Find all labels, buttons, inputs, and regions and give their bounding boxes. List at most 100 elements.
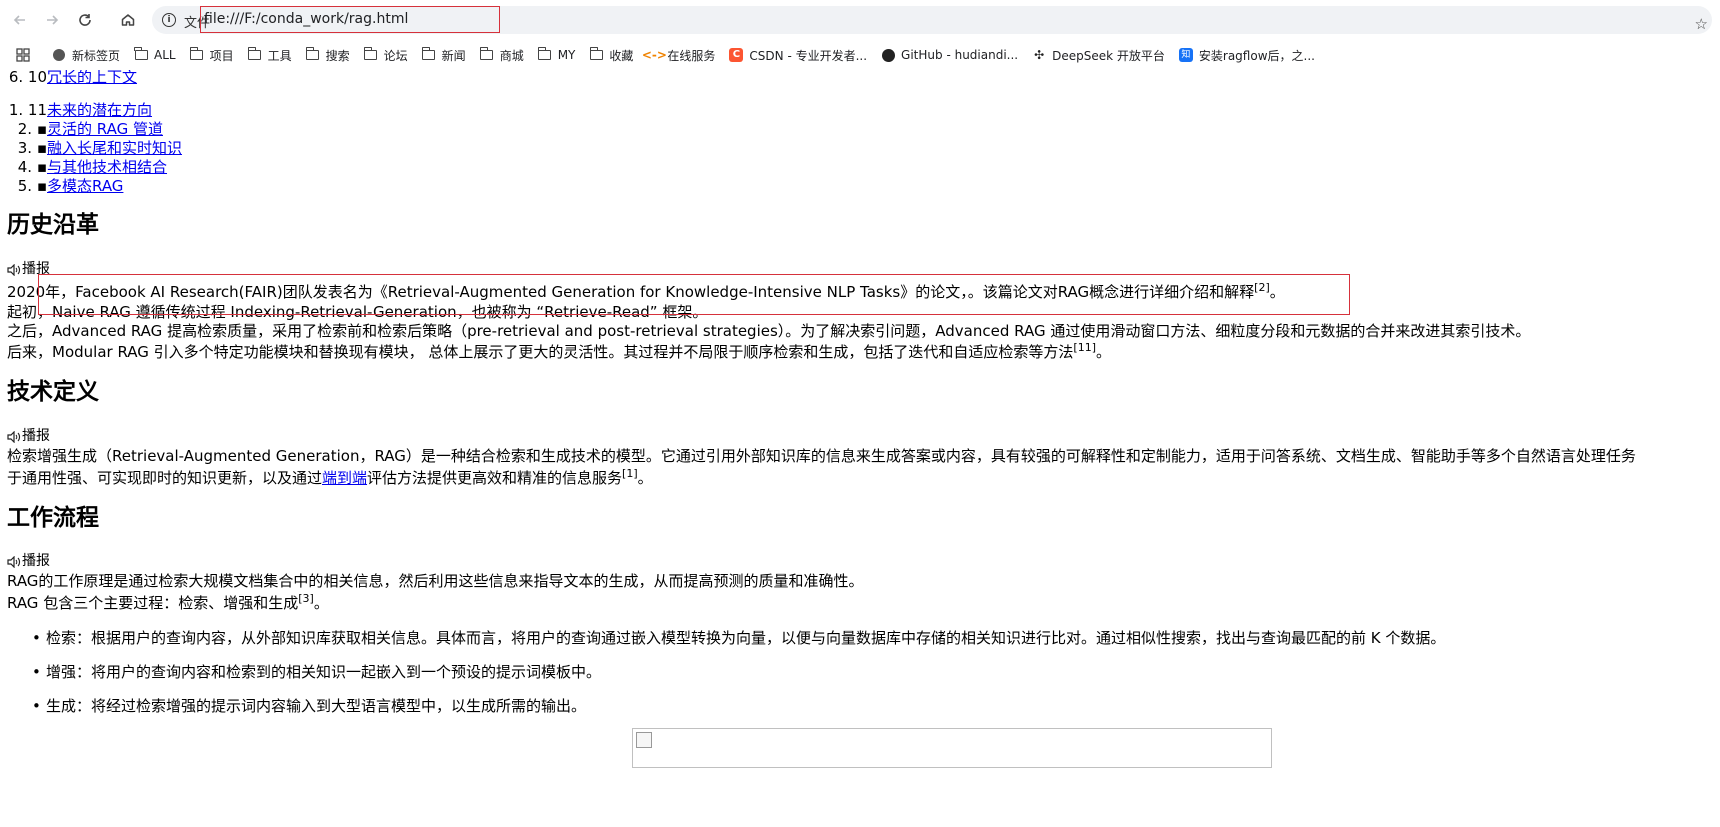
github-icon — [881, 48, 895, 62]
reload-button[interactable] — [74, 9, 96, 31]
bookmark-label: 工具 — [267, 48, 292, 63]
workflow-heading: 工作流程 — [7, 505, 99, 531]
end-to-end-link[interactable]: 端到端 — [322, 469, 367, 487]
bookmark-github[interactable]: GitHub - hudiandi... — [881, 48, 1018, 62]
zhihu-icon: 知 — [1178, 48, 1193, 62]
toc-item: 6. 10冗长的上下文 — [0, 70, 137, 87]
paragraph-end: 。 — [313, 594, 329, 612]
workflow-image — [632, 728, 1272, 768]
browser-toolbar: i 文件 file:///F:/conda_work/rag.html ☆ — [0, 0, 1720, 40]
home-button[interactable] — [117, 9, 139, 31]
bookmark-label: CSDN - 专业开发者... — [749, 48, 868, 63]
toc-item: 2. ▪灵活的 RAG 管道 — [0, 120, 182, 139]
reload-icon — [79, 14, 91, 26]
speaker-icon — [7, 263, 21, 276]
folder-icon — [189, 47, 204, 62]
home-icon — [121, 14, 135, 26]
toc-number: 2. ▪ — [17, 120, 47, 138]
toc-link[interactable]: 与其他技术相结合 — [47, 158, 167, 176]
bookmark-label: 在线服务 — [667, 48, 716, 63]
bookmark-zhihu[interactable]: 知 安装ragflow后，之... — [1178, 47, 1315, 64]
reference-mark[interactable]: [3] — [298, 592, 314, 605]
toc-link[interactable]: 融入长尾和实时知识 — [47, 139, 182, 157]
workflow-speak-button[interactable]: 播报 — [7, 552, 50, 571]
list-item: 检索：根据用户的查询内容，从外部知识库获取相关信息。具体而言，将用户的查询通过嵌… — [32, 629, 1445, 648]
toc-number: 1. 11 — [8, 101, 47, 119]
page-content: 6. 10冗长的上下文 1. 11未来的潜在方向 2. ▪灵活的 RAG 管道 … — [0, 70, 1720, 827]
bookmark-folder-mall[interactable]: 商城 — [479, 47, 524, 64]
list-item: 增强：将用户的查询内容和检索到的相关知识一起嵌入到一个预设的提示词模板中。 — [32, 663, 601, 682]
csdn-icon: C — [729, 48, 744, 62]
bookmark-label: 商城 — [499, 48, 524, 63]
list-item: 生成：将经过检索增强的提示词内容输入到大型语言模型中，以生成所需的输出。 — [32, 697, 586, 716]
bookmark-label: 论坛 — [383, 48, 408, 63]
speak-label: 播报 — [22, 553, 50, 569]
bookmark-folder-all[interactable]: ALL — [134, 47, 176, 62]
bookmark-folder-tools[interactable]: 工具 — [247, 47, 292, 64]
info-icon[interactable]: i — [162, 13, 176, 27]
globe-icon — [52, 48, 66, 62]
bookmark-folder-favorites[interactable]: 收藏 — [589, 47, 633, 64]
bookmark-folder-news[interactable]: 新闻 — [421, 47, 466, 64]
folder-icon — [537, 47, 552, 62]
online-service-icon: <-> — [641, 48, 667, 62]
bookmark-folder-search[interactable]: 搜索 — [305, 47, 350, 64]
arrow-right-icon — [47, 15, 59, 25]
toc-item: 4. ▪与其他技术相结合 — [0, 158, 182, 177]
bookmark-label: 搜索 — [325, 48, 350, 63]
folder-icon — [134, 47, 148, 62]
toc-number: 6. 10 — [8, 70, 47, 86]
toc-number: 4. ▪ — [17, 158, 47, 176]
bookmark-label: GitHub - hudiandi... — [901, 48, 1019, 62]
toc-partial-list: 6. 10冗长的上下文 — [0, 70, 137, 87]
folder-icon — [247, 47, 262, 62]
bookmark-label: DeepSeek 开放平台 — [1052, 48, 1165, 63]
bookmark-label: 新闻 — [441, 48, 466, 63]
paragraph-text: 后来，Modular RAG 引入多个特定功能模块和替换现有模块， 总体上展示了… — [7, 343, 1074, 361]
workflow-paragraph-1: RAG的工作原理是通过检索大规模文档集合中的相关信息，然后利用这些信息来指导文本… — [7, 572, 864, 590]
folder-icon — [421, 47, 436, 62]
bookmark-label: 新标签页 — [72, 48, 121, 63]
apps-grid-icon[interactable] — [12, 44, 34, 66]
toc-link[interactable]: 多模态RAG — [47, 177, 123, 195]
folder-icon — [305, 47, 320, 62]
bookmark-new-tab[interactable]: 新标签页 — [52, 47, 120, 64]
bookmark-label: 收藏 — [609, 48, 634, 63]
toc-link[interactable]: 未来的潜在方向 — [47, 101, 152, 119]
paragraph-end: 。 — [637, 469, 653, 487]
definition-paragraph-2: 于通用性强、可实现即时的知识更新，以及通过端到端评估方法提供更高效和精准的信息服… — [7, 467, 653, 488]
bookmark-folder-forum[interactable]: 论坛 — [363, 47, 408, 64]
bookmarks-bar: 新标签页 ALL 项目 工具 搜索 论坛 新闻 商城 MY 收藏 <-> 在线服… — [0, 40, 1720, 70]
arrow-left-icon — [13, 15, 25, 25]
speak-label: 播报 — [22, 428, 50, 444]
toc-number: 3. ▪ — [17, 139, 47, 157]
speaker-icon — [7, 430, 21, 443]
forward-button[interactable] — [41, 9, 63, 31]
bookmark-label: MY — [557, 48, 576, 62]
folder-icon — [363, 47, 378, 62]
back-button[interactable] — [9, 9, 31, 31]
definition-heading: 技术定义 — [7, 379, 99, 405]
bookmark-label: 项目 — [209, 48, 234, 63]
bookmark-deepseek[interactable]: ✣ DeepSeek 开放平台 — [1032, 47, 1165, 64]
folder-icon — [589, 47, 603, 62]
definition-speak-button[interactable]: 播报 — [7, 427, 50, 446]
toc-item: 5. ▪多模态RAG — [0, 177, 182, 196]
toc-link[interactable]: 冗长的上下文 — [47, 70, 137, 86]
toc-item: 3. ▪融入长尾和实时知识 — [0, 139, 182, 158]
toc-number: 5. ▪ — [17, 177, 47, 195]
bookmark-online-service[interactable]: <-> 在线服务 — [641, 47, 716, 64]
reference-mark[interactable]: [1] — [622, 467, 638, 480]
folder-icon — [479, 47, 494, 62]
bookmark-csdn[interactable]: C CSDN - 专业开发者... — [729, 47, 867, 64]
bookmark-folder-my[interactable]: MY — [537, 47, 576, 62]
toc-link[interactable]: 灵活的 RAG 管道 — [47, 120, 163, 138]
paragraph-text: 于通用性强、可实现即时的知识更新，以及通过 — [7, 469, 323, 487]
toc-item: 1. 11未来的潜在方向 — [0, 101, 182, 120]
reference-mark[interactable]: [11] — [1073, 341, 1096, 354]
toc-list: 1. 11未来的潜在方向 2. ▪灵活的 RAG 管道 3. ▪融入长尾和实时知… — [0, 101, 182, 196]
url-highlight-box — [200, 6, 500, 33]
paragraph-text: 评估方法提供更高效和精准的信息服务 — [367, 469, 623, 487]
bookmark-star-icon[interactable]: ☆ — [1695, 15, 1708, 33]
bookmark-folder-projects[interactable]: 项目 — [189, 47, 234, 64]
